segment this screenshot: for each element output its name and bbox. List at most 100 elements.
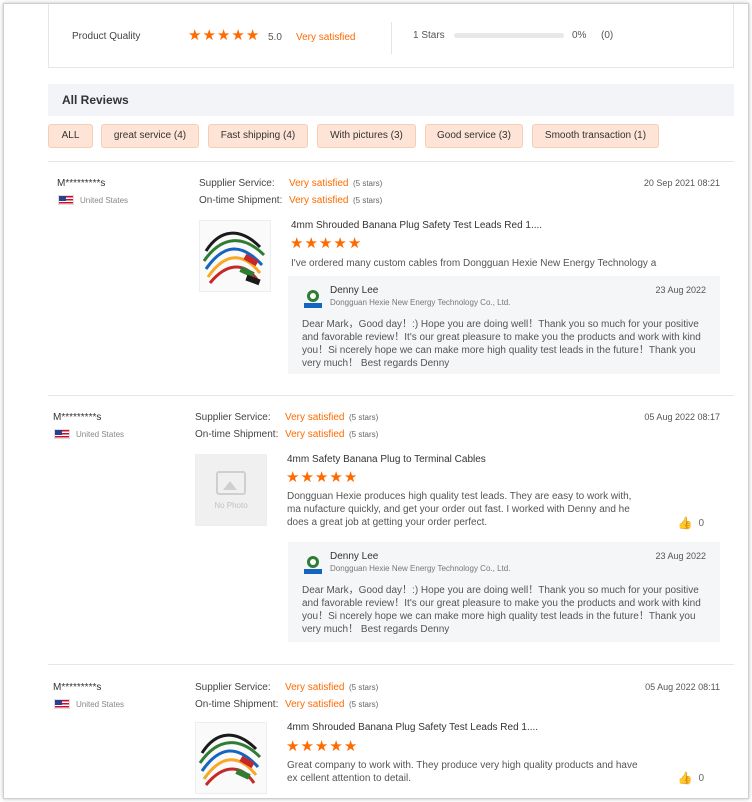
product-title[interactable]: 4mm Shrouded Banana Plug Safety Test Lea…	[291, 220, 542, 231]
rating-stars: ★ ★ ★ ★ ★	[188, 28, 259, 43]
hexie-logo-icon	[304, 556, 322, 574]
distribution-count: (0)	[601, 30, 614, 41]
stars-suffix: (5 stars)	[349, 683, 379, 692]
ontime-shipment-label: On-time Shipment:	[195, 699, 279, 710]
rating-score: 5.0	[268, 32, 282, 43]
review-item: M*********s United States Supplier Servi…	[48, 678, 734, 798]
country-name: United States	[80, 195, 129, 205]
divider	[48, 395, 734, 396]
star-icon: ★	[318, 235, 333, 252]
supplier-service-label: Supplier Service:	[199, 178, 275, 189]
reply-author: Denny Lee	[330, 285, 379, 296]
stars-suffix: (5 stars)	[353, 196, 383, 205]
stars-suffix: (5 stars)	[349, 430, 379, 439]
review-stars: ★ ★ ★ ★ ★	[286, 470, 357, 485]
review-item: M*********s United States Supplier Servi…	[48, 408, 734, 658]
rating-summary: Product Quality ★ ★ ★ ★ ★ 5.0 Very satis…	[48, 4, 734, 68]
all-reviews-header: All Reviews	[48, 84, 734, 116]
rating-label: Product Quality	[72, 31, 141, 42]
supplier-service-label: Supplier Service:	[195, 682, 271, 693]
us-flag-icon	[54, 429, 70, 439]
ontime-shipment-rating: On-time Shipment: Very satisfied (5 star…	[195, 699, 378, 710]
seller-reply: Denny Lee Dongguan Hexie New Energy Tech…	[288, 276, 720, 374]
supplier-service-value: Very satisfied	[285, 682, 345, 693]
star-icon: ★	[231, 27, 245, 44]
all-reviews-title: All Reviews	[62, 93, 129, 107]
reviews-panel: Product Quality ★ ★ ★ ★ ★ 5.0 Very satis…	[3, 3, 749, 799]
star-icon: ★	[329, 738, 343, 755]
no-photo-label: No Photo	[214, 500, 248, 510]
reply-date: 23 Aug 2022	[655, 285, 706, 295]
star-icon: ★	[216, 27, 231, 44]
review-item: M*********s United States Supplier Servi…	[48, 174, 734, 384]
test-leads-photo	[202, 231, 266, 286]
filter-chip-fast-shipping[interactable]: Fast shipping (4)	[208, 124, 308, 148]
review-text: Dongguan Hexie produces high quality tes…	[287, 491, 632, 528]
like-button[interactable]: 👍 0	[677, 516, 704, 530]
star-icon: ★	[343, 738, 358, 755]
star-icon: ★	[245, 27, 260, 44]
supplier-service-label: Supplier Service:	[195, 412, 271, 423]
no-photo-icon	[216, 470, 246, 495]
star-icon: ★	[329, 469, 343, 486]
like-count: 0	[698, 772, 704, 784]
filter-chip-good-service[interactable]: Good service (3)	[425, 124, 523, 148]
star-icon: ★	[286, 469, 300, 486]
star-icon: ★	[304, 235, 318, 252]
divider	[48, 664, 734, 665]
reviewer-country: United States	[58, 195, 128, 205]
reply-company: Dongguan Hexie New Energy Technology Co.…	[330, 298, 511, 307]
distribution-percent: 0%	[572, 30, 587, 41]
star-icon: ★	[333, 235, 347, 252]
reviewer-name: M*********s	[53, 412, 102, 423]
supplier-service-rating: Supplier Service: Very satisfied (5 star…	[195, 682, 378, 693]
thumbs-up-icon: 👍	[677, 516, 693, 530]
hexie-logo-icon	[304, 290, 322, 308]
divider	[48, 161, 734, 162]
ontime-shipment-value: Very satisfied	[289, 195, 349, 206]
filter-chip-all[interactable]: ALL	[48, 124, 93, 148]
star-icon: ★	[314, 738, 329, 755]
review-stars: ★ ★ ★ ★ ★	[286, 739, 357, 754]
like-button[interactable]: 👍 0	[677, 771, 704, 785]
reply-text: Dear Mark，Good day！:) Hope you are doing…	[302, 319, 701, 369]
star-icon: ★	[286, 738, 300, 755]
reply-date: 23 Aug 2022	[655, 551, 706, 561]
product-title[interactable]: 4mm Shrouded Banana Plug Safety Test Lea…	[287, 722, 538, 733]
reviewer-country: United States	[54, 429, 124, 439]
star-icon: ★	[300, 738, 314, 755]
ontime-shipment-label: On-time Shipment:	[195, 429, 279, 440]
review-date: 05 Aug 2022 08:17	[644, 412, 720, 422]
stars-suffix: (5 stars)	[353, 179, 383, 188]
product-thumbnail[interactable]	[195, 722, 267, 794]
divider	[391, 22, 392, 54]
filter-chip-with-pictures[interactable]: With pictures (3)	[317, 124, 416, 148]
filter-chip-great-service[interactable]: great service (4)	[101, 124, 199, 148]
product-thumbnail[interactable]: No Photo	[195, 454, 267, 526]
test-leads-photo	[198, 733, 262, 786]
ontime-shipment-value: Very satisfied	[285, 699, 345, 710]
like-count: 0	[698, 517, 704, 529]
ontime-shipment-value: Very satisfied	[285, 429, 345, 440]
stars-suffix: (5 stars)	[349, 700, 379, 709]
distribution-bar	[454, 33, 564, 38]
rating-satisfaction: Very satisfied	[296, 32, 356, 43]
review-stars: ★ ★ ★ ★ ★	[290, 236, 361, 251]
star-icon: ★	[343, 469, 358, 486]
product-title[interactable]: 4mm Safety Banana Plug to Terminal Cable…	[287, 454, 486, 465]
review-date: 05 Aug 2022 08:11	[645, 682, 720, 692]
star-icon: ★	[290, 235, 304, 252]
distribution-label: 1 Stars	[413, 30, 445, 41]
reviewer-country: United States	[54, 699, 124, 709]
filter-chip-smooth-transaction[interactable]: Smooth transaction (1)	[532, 124, 659, 148]
star-icon: ★	[347, 235, 362, 252]
us-flag-icon	[58, 195, 74, 205]
reply-author: Denny Lee	[330, 551, 379, 562]
stars-suffix: (5 stars)	[349, 413, 379, 422]
country-name: United States	[76, 699, 125, 709]
supplier-service-value: Very satisfied	[285, 412, 345, 423]
star-icon: ★	[202, 27, 216, 44]
star-icon: ★	[314, 469, 329, 486]
product-thumbnail[interactable]	[199, 220, 271, 292]
ontime-shipment-label: On-time Shipment:	[199, 195, 283, 206]
